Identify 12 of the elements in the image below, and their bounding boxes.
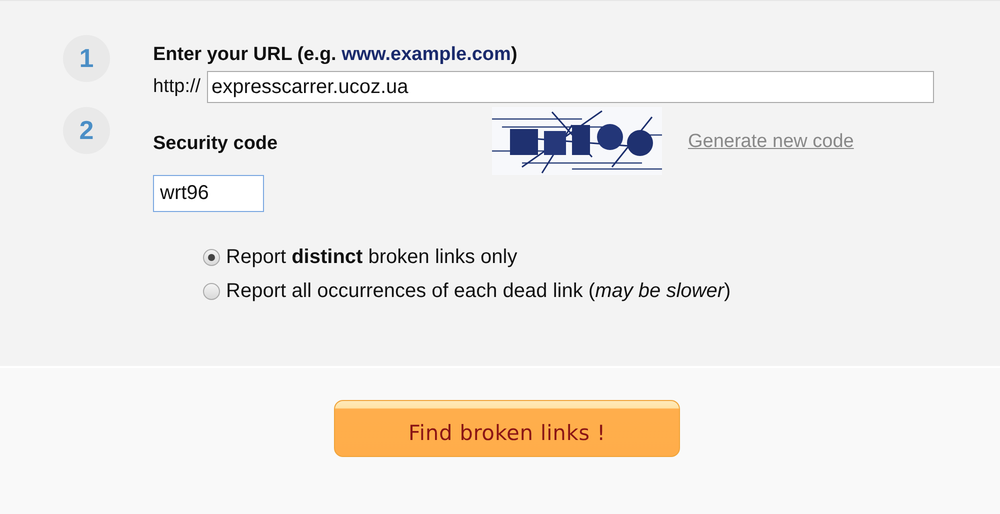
radio-button[interactable]: [203, 249, 220, 266]
step-number: 2: [63, 107, 110, 154]
option-label: Report distinct broken links only: [226, 246, 518, 269]
find-broken-links-button[interactable]: Find broken links !: [334, 400, 680, 457]
url-prefix: http://: [153, 76, 201, 98]
step-title: Security code: [153, 133, 279, 155]
option-label: Report all occurrences of each dead link (may be slower): [226, 280, 731, 303]
radio-button[interactable]: [203, 283, 220, 300]
step-number: 1: [63, 35, 110, 82]
step-title: Enter your URL (e.g. www.example.com): [153, 44, 518, 66]
url-field[interactable]: expresscarrer.ucoz.ua: [206, 71, 934, 103]
security-code-field[interactable]: wrt96: [153, 175, 264, 212]
